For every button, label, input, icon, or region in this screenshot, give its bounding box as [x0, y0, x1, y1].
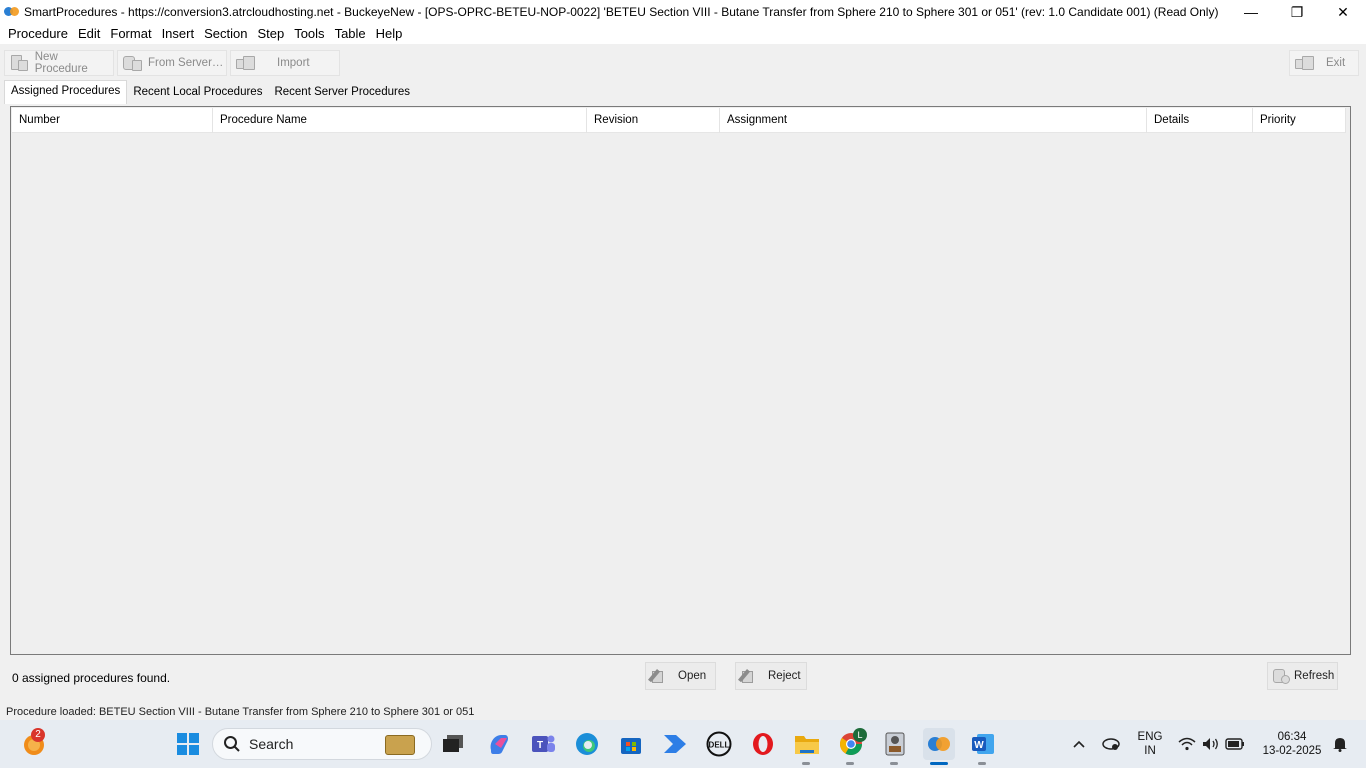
open-button[interactable]: Open: [645, 662, 716, 690]
menu-step[interactable]: Step: [252, 25, 289, 43]
assigned-procedures-table[interactable]: Number Procedure Name Revision Assignmen…: [10, 106, 1351, 655]
remote-running-indicator: [890, 762, 898, 765]
taskbar: 2 Search T DELL L W ENG IN 06:34 13-02-2…: [0, 720, 1366, 768]
column-procedure-name[interactable]: Procedure Name: [213, 108, 587, 133]
file-explorer-icon[interactable]: [791, 728, 823, 760]
menu-bar: Procedure Edit Format Insert Section Ste…: [0, 24, 1366, 44]
dell-icon[interactable]: DELL: [703, 728, 735, 760]
svg-text:W: W: [974, 740, 984, 751]
table-header: Number Procedure Name Revision Assignmen…: [12, 108, 1346, 133]
reject-icon: [738, 669, 758, 683]
column-details[interactable]: Details: [1147, 108, 1253, 133]
store-icon[interactable]: [615, 728, 647, 760]
restore-icon: ❐: [1290, 3, 1304, 20]
edge-icon[interactable]: [571, 728, 603, 760]
server-icon: [122, 54, 142, 72]
svg-text:T: T: [537, 740, 543, 751]
column-priority[interactable]: Priority: [1253, 108, 1346, 133]
import-button[interactable]: Import: [230, 50, 340, 76]
menu-help[interactable]: Help: [371, 25, 408, 43]
exit-icon: [1294, 54, 1314, 72]
column-revision[interactable]: Revision: [587, 108, 720, 133]
search-placeholder: Search: [249, 736, 294, 752]
svg-text:DELL: DELL: [709, 741, 730, 750]
from-server-label: From Server…: [148, 57, 224, 69]
windows-start-icon[interactable]: [172, 728, 204, 760]
menu-edit[interactable]: Edit: [73, 25, 105, 43]
import-icon: [235, 54, 255, 72]
smartprocedures-active-indicator: [930, 762, 948, 765]
show-hidden-icons-chevron-icon[interactable]: [1064, 728, 1094, 760]
procedure-tabs: Assigned Procedures Recent Local Procedu…: [4, 80, 416, 104]
smartprocedures-taskbar-icon[interactable]: [923, 728, 955, 760]
copilot-icon[interactable]: [483, 728, 515, 760]
clock-date: 13-02-2025: [1262, 745, 1322, 757]
word-running-indicator: [978, 762, 986, 765]
tab-recent-server-procedures[interactable]: Recent Server Procedures: [268, 82, 416, 104]
language-indicator[interactable]: ENG IN: [1132, 730, 1168, 758]
clock-time: 06:34: [1277, 731, 1307, 743]
open-label: Open: [678, 670, 707, 682]
new-procedure-label: New Procedure: [34, 51, 88, 75]
word-icon[interactable]: W: [967, 728, 999, 760]
close-icon: ✕: [1337, 3, 1349, 20]
open-icon: [648, 669, 668, 683]
new-procedure-icon: [9, 54, 29, 72]
column-assignment[interactable]: Assignment: [720, 108, 1147, 133]
search-highlight-icon: [385, 735, 415, 755]
new-procedure-button[interactable]: New Procedure: [4, 50, 114, 76]
taskbar-search-input[interactable]: Search: [212, 728, 432, 760]
exit-label: Exit: [1326, 57, 1346, 69]
tab-recent-local-procedures[interactable]: Recent Local Procedures: [127, 82, 268, 104]
menu-tools[interactable]: Tools: [289, 25, 329, 43]
menu-insert[interactable]: Insert: [157, 25, 200, 43]
toolbar: New Procedure From Server… Import Exit: [0, 50, 1366, 78]
notification-bell-icon[interactable]: [1328, 728, 1352, 760]
reject-label: Reject: [768, 670, 801, 682]
onedrive-sync-icon[interactable]: [1096, 728, 1126, 760]
procedure-count-label: 0 assigned procedures found.: [12, 671, 171, 685]
region-code: IN: [1144, 745, 1156, 757]
minimize-button[interactable]: —: [1228, 0, 1274, 24]
battery-icon[interactable]: [1222, 728, 1248, 760]
menu-section[interactable]: Section: [199, 25, 252, 43]
import-label: Import: [277, 57, 310, 69]
clock[interactable]: 06:34 13-02-2025: [1252, 730, 1332, 758]
close-button[interactable]: ✕: [1320, 0, 1366, 24]
power-automate-icon[interactable]: [659, 728, 691, 760]
language-code: ENG: [1137, 731, 1163, 743]
chrome-running-indicator: [846, 762, 854, 765]
notification-badge: 2: [31, 728, 45, 742]
explorer-running-indicator: [802, 762, 810, 765]
minimize-icon: —: [1244, 4, 1258, 20]
teams-icon[interactable]: T: [527, 728, 559, 760]
status-bar: Procedure loaded: BETEU Section VIII - B…: [6, 706, 475, 718]
restore-button[interactable]: ❐: [1274, 0, 1320, 24]
menu-procedure[interactable]: Procedure: [3, 25, 73, 43]
title-bar: SmartProcedures - https://conversion3.at…: [0, 0, 1366, 24]
refresh-button[interactable]: Refresh: [1267, 662, 1338, 690]
smartprocedures-app-icon: [4, 6, 20, 18]
refresh-label: Refresh: [1294, 670, 1335, 682]
remote-app-icon[interactable]: [879, 728, 911, 760]
search-icon: [224, 736, 240, 752]
menu-format[interactable]: Format: [105, 25, 156, 43]
reject-button[interactable]: Reject: [735, 662, 807, 690]
menu-table[interactable]: Table: [330, 25, 371, 43]
wifi-icon[interactable]: [1174, 728, 1200, 760]
volume-icon[interactable]: [1198, 728, 1224, 760]
exit-button[interactable]: Exit: [1289, 50, 1359, 76]
opera-icon[interactable]: [747, 728, 779, 760]
column-number[interactable]: Number: [12, 108, 213, 133]
window-title: SmartProcedures - https://conversion3.at…: [24, 5, 1219, 19]
refresh-icon: [1272, 667, 1292, 685]
tab-assigned-procedures[interactable]: Assigned Procedures: [4, 80, 128, 104]
task-view-icon[interactable]: [437, 728, 469, 760]
chrome-profile-badge: L: [853, 728, 867, 742]
from-server-button[interactable]: From Server…: [117, 50, 227, 76]
